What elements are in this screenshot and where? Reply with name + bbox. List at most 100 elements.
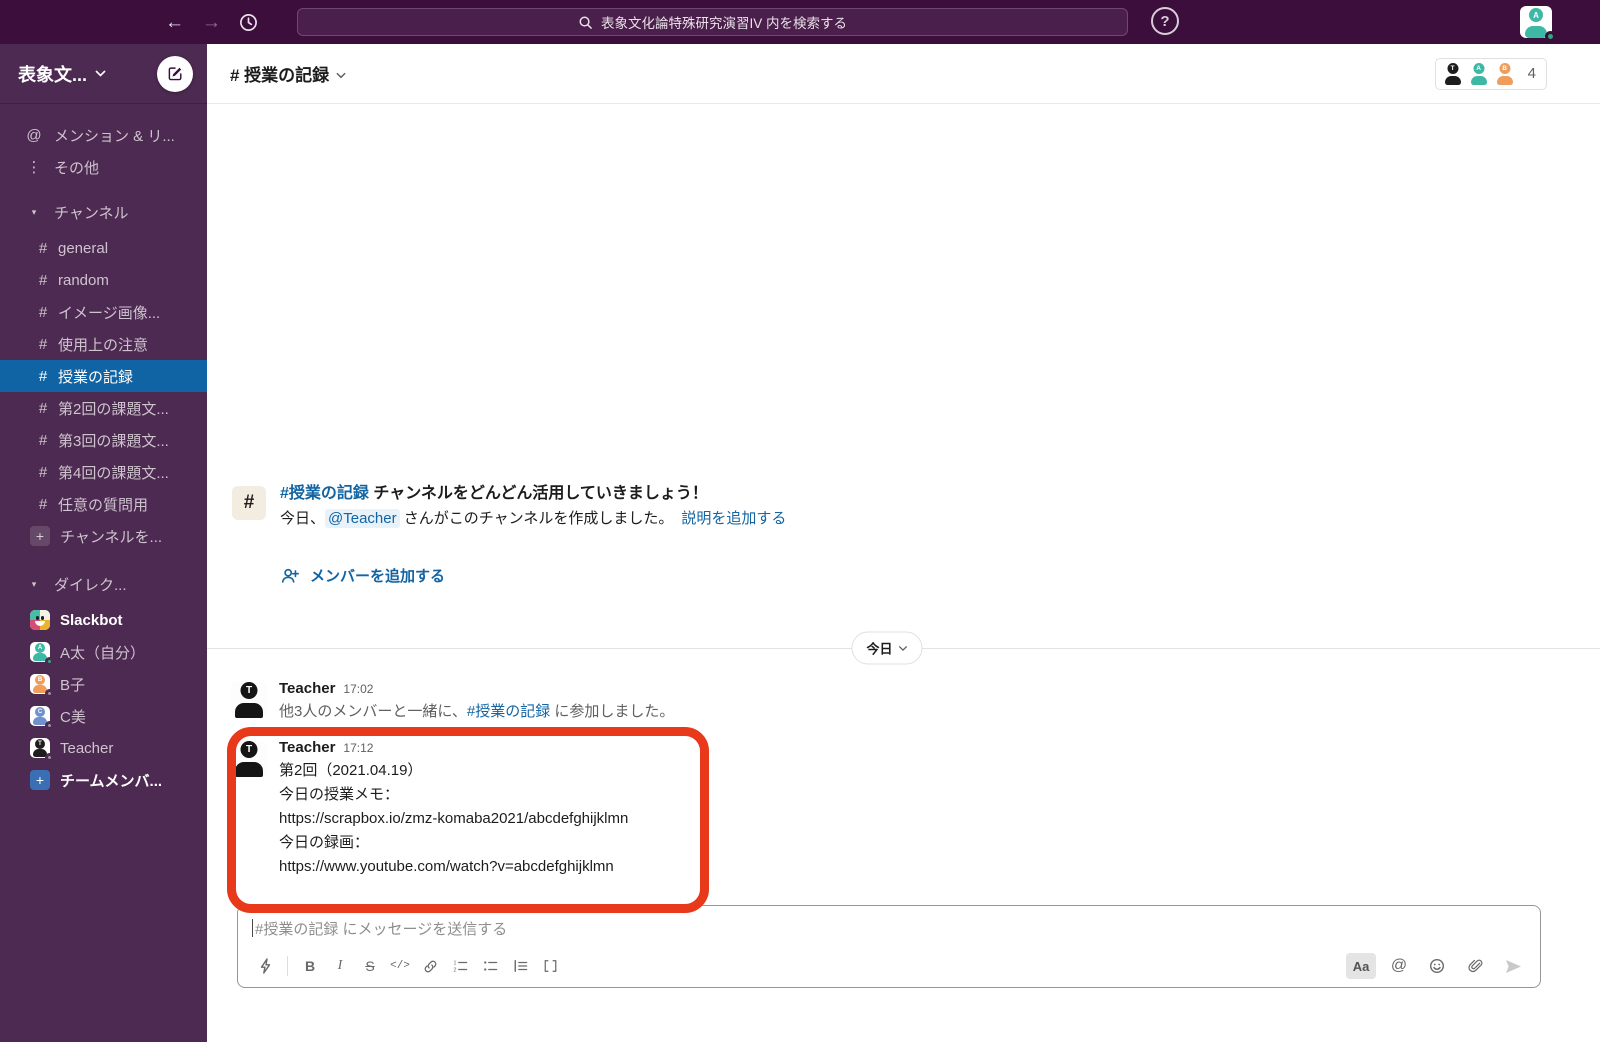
offline-status-dot [45,721,54,730]
text-caret [252,919,253,937]
channel-list: # general # random # イメージ画像... # 使用上の注意 # 授業の… [0,232,207,552]
message-post: T Teacher 17:12 第2回（2021.04.19） 今日の授業メモ：… [231,739,628,879]
channel-label: 第2回の課題文... [58,400,169,418]
channels-section-header[interactable]: ▾ チャンネル [0,196,207,228]
vertical-dots-icon: ⋮ [26,159,42,176]
add-member-label: メンバーを追加する [310,568,446,585]
send-icon[interactable] [1498,953,1528,979]
sidebar-channel-general[interactable]: # general [0,232,207,264]
channel-header: # 授業の記録 T A B 4 [207,44,1600,104]
user-avatar[interactable]: A [1520,6,1556,42]
help-icon[interactable]: ? [1151,7,1179,35]
invite-members-button[interactable]: + チームメンバ... [0,764,207,796]
hash-icon: # [38,367,48,385]
member-avatar: A [1467,62,1490,85]
bullet-list-icon[interactable] [475,953,505,979]
hash-icon: # [38,335,48,353]
avatar: A [30,642,54,666]
mention-button[interactable]: @ [1384,953,1414,979]
channel-label: 第3回の課題文... [58,432,169,450]
workspace-header: 表象文... [0,44,207,104]
slack-app: ← → 表象文化論特殊研究演習IV 内を検索する ? A 表象文... @ メン… [0,0,1600,1042]
message-author[interactable]: Teacher [279,680,335,697]
sidebar-dm-b-ko[interactable]: B B子 [0,668,207,700]
avatar-teacher[interactable]: T [231,741,267,777]
dm-label: C美 [60,708,86,726]
channel-members-button[interactable]: T A B 4 [1434,57,1547,90]
chevron-down-icon [95,70,106,77]
code-block-icon[interactable] [535,953,565,979]
sidebar-item-more[interactable]: ⋮ その他 [0,151,207,183]
dm-list: Slackbot A A太（自分） B B子 C C美 T Teacher + … [0,604,207,796]
sidebar-dm-a-ta[interactable]: A A太（自分） [0,636,207,668]
sidebar-item-label: その他 [54,159,100,177]
code-button[interactable]: </> [385,953,415,979]
message-input[interactable]: #授業の記録 にメッセージを送信する [238,906,1540,950]
hash-icon: # [38,271,48,289]
sidebar-dm-slackbot[interactable]: Slackbot [0,604,207,636]
hash-tile-icon: # [232,486,266,520]
sidebar-channel-dai4kai-kadai[interactable]: # 第4回の課題文... [0,456,207,488]
add-channel-label: チャンネルを... [60,528,163,546]
bold-button[interactable]: B [295,953,325,979]
channel-title-button[interactable]: # 授業の記録 [230,61,346,86]
sidebar-channel-shiyou-chuui[interactable]: # 使用上の注意 [0,328,207,360]
message-text-line: 第2回（2021.04.19） [279,762,423,779]
sidebar-dm-c-mi[interactable]: C C美 [0,700,207,732]
italic-button[interactable]: I [325,953,355,979]
person-plus-icon [280,567,300,584]
sidebar-dm-teacher[interactable]: T Teacher [0,732,207,764]
blockquote-icon[interactable] [505,953,535,979]
ordered-list-icon[interactable]: 12 [445,953,475,979]
sidebar-channel-jugyou-no-kiroku[interactable]: # 授業の記録 [0,360,207,392]
avatar: T [30,738,54,762]
toolbar-divider [287,956,288,976]
channel-title: # 授業の記録 [230,66,330,85]
avatar: C [30,706,54,730]
avatar-teacher[interactable]: T [231,682,267,718]
sidebar-channel-dai2kai-kadai[interactable]: # 第2回の課題文... [0,392,207,424]
message-timestamp[interactable]: 17:02 [343,682,373,696]
emoji-icon[interactable] [1422,953,1452,979]
channel-link[interactable]: #授業の記録 [467,703,550,720]
online-status-dot [45,657,54,666]
message-composer: #授業の記録 にメッセージを送信する B I S </> 12 Aa @ [237,905,1541,988]
add-member-button[interactable]: メンバーを追加する [280,565,786,586]
channel-label: general [58,239,109,257]
avatar: B [30,674,54,698]
sidebar-channel-random[interactable]: # random [0,264,207,296]
compose-button[interactable] [157,55,193,92]
link-icon[interactable] [415,953,445,979]
search-input[interactable]: 表象文化論特殊研究演習IV 内を検索する [297,8,1128,36]
online-status-dot [1545,31,1556,42]
sidebar-channel-image-gazou[interactable]: # イメージ画像... [0,296,207,328]
workspace-name[interactable]: 表象文... [18,61,87,87]
channel-link[interactable]: #授業の記録 [280,485,369,502]
offline-status-dot [45,753,54,762]
date-pill-button[interactable]: 今日 [851,631,923,665]
message-author[interactable]: Teacher [279,739,335,756]
back-button[interactable]: ← [165,13,184,32]
youtube-link[interactable]: https://www.youtube.com/watch?v=abcdefgh… [279,855,628,879]
main-panel: # 授業の記録 T A B 4 # #授業の記録 チャンネルをどんどん活用してい… [207,44,1600,1042]
scrapbox-link[interactable]: https://scrapbox.io/zmz-komaba2021/abcde… [279,807,628,831]
join-message-text: 他3人のメンバーと一緒に、#授業の記録 に参加しました。 [279,703,675,720]
forward-button[interactable]: → [202,13,221,32]
add-channel-button[interactable]: + チャンネルを... [0,520,207,552]
member-avatar: B [1493,62,1516,85]
hash-icon: # [38,431,48,449]
history-clock-icon[interactable] [239,13,258,32]
sidebar-item-mentions[interactable]: @ メンション & リ... [0,119,207,151]
search-placeholder: 表象文化論特殊研究演習IV 内を検索する [600,16,847,31]
shortcuts-bolt-icon[interactable] [250,953,280,979]
strikethrough-button[interactable]: S [355,953,385,979]
sidebar-channel-dai3kai-kadai[interactable]: # 第3回の課題文... [0,424,207,456]
add-description-link[interactable]: 説明を追加する [681,510,786,527]
message-timestamp[interactable]: 17:12 [343,741,373,755]
dm-section-header[interactable]: ▾ ダイレク... [0,568,207,600]
sidebar-channel-nini-shitsumon[interactable]: # 任意の質問用 [0,488,207,520]
at-icon: @ [26,126,42,144]
formatting-toggle-button[interactable]: Aa [1346,953,1376,979]
mention-teacher[interactable]: @Teacher [325,509,400,528]
attachment-paperclip-icon[interactable] [1460,953,1490,979]
